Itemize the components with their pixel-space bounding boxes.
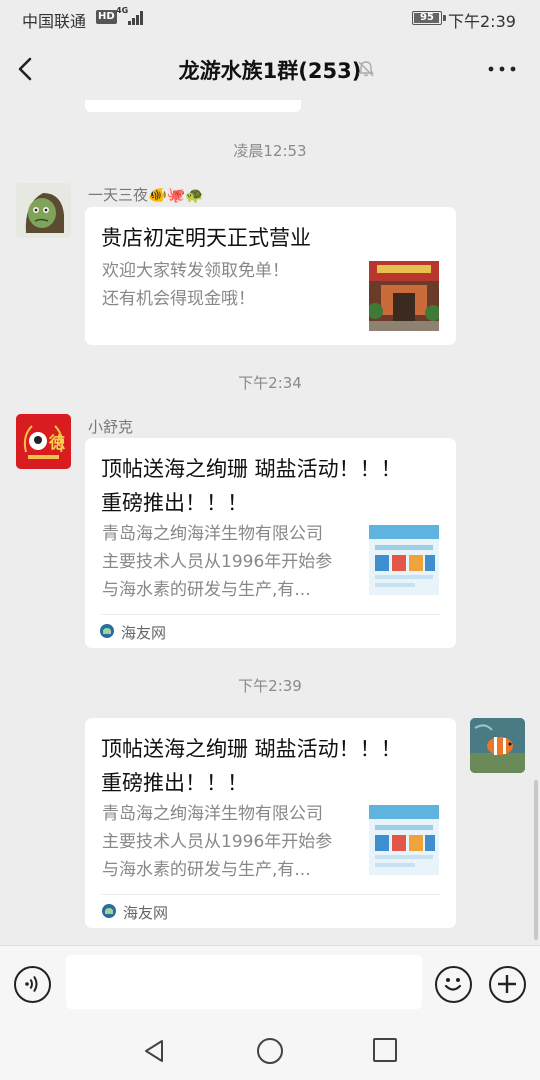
card-title-line: 顶帖送海之绚珊 瑚盐活动！！！ — [101, 457, 402, 481]
card-desc-line: 还有机会得现金哦！ — [102, 289, 255, 309]
more-button[interactable] — [484, 56, 520, 82]
avatar[interactable] — [470, 718, 525, 773]
card-thumbnail — [369, 261, 439, 331]
ellipsis-icon — [488, 66, 516, 72]
card-thumbnail — [369, 805, 439, 875]
voice-icon — [25, 975, 38, 993]
card-divider — [101, 894, 440, 895]
card-title-line: 重磅推出！！！ — [101, 491, 248, 515]
card-desc-line: 青岛海之绚海洋生物有限公司 — [102, 804, 323, 824]
status-time: 下午2:39 — [448, 12, 516, 31]
system-nav-bar — [0, 1022, 540, 1080]
nav-back-button[interactable] — [140, 1036, 170, 1066]
card-source: 海友网 — [123, 904, 169, 922]
emoji-icon — [444, 978, 462, 991]
plus-icon — [498, 975, 516, 993]
emoji-button[interactable] — [435, 966, 472, 1003]
message-list[interactable]: 凌晨12:53 一天三夜🐠🐙🐢 贵店初定明天正式营业 欢迎大家转发领取免单！ 还… — [0, 100, 540, 945]
avatar-image — [16, 183, 71, 238]
battery-tip — [443, 15, 446, 21]
card-title: 贵店初定明天正式营业 — [101, 226, 311, 250]
status-bar: 中国联通 HD 4G 95 下午2:39 — [0, 0, 540, 38]
card-description: 青岛海之绚海洋生物有限公司 主要技术人员从1996年开始参 与海水素的研发与生产… — [102, 800, 332, 884]
avatar[interactable]: 徳 — [16, 414, 71, 469]
card-desc-line: 欢迎大家转发领取免单！ — [102, 261, 289, 281]
nav-back-icon — [145, 1040, 163, 1062]
network-type: 4G — [116, 6, 129, 15]
card-desc-line: 主要技术人员从1996年开始参 — [102, 552, 333, 572]
link-card[interactable]: 顶帖送海之绚珊 瑚盐活动！！！ 重磅推出！！！ 青岛海之绚海洋生物有限公司 主要… — [85, 718, 456, 928]
message-input-bar — [0, 945, 540, 1022]
link-card[interactable]: 顶帖送海之绚珊 瑚盐活动！！！ 重磅推出！！！ 青岛海之绚海洋生物有限公司 主要… — [85, 438, 456, 648]
card-title-line: 顶帖送海之绚珊 瑚盐活动！！！ — [101, 737, 402, 761]
card-source: 海友网 — [121, 624, 167, 642]
card-desc-line: 青岛海之绚海洋生物有限公司 — [102, 524, 323, 544]
message-timestamp: 下午2:39 — [238, 677, 302, 695]
avatar-image — [470, 718, 525, 773]
card-title-line: 重磅推出！！！ — [101, 771, 248, 795]
nav-recent-icon[interactable] — [373, 1038, 397, 1062]
avatar[interactable] — [16, 183, 71, 238]
message-input[interactable] — [66, 955, 422, 1009]
card-title: 顶帖送海之绚珊 瑚盐活动！！！ 重磅推出！！！ — [101, 732, 402, 800]
card-divider — [101, 614, 440, 615]
card-desc-line: 与海水素的研发与生产,有... — [102, 860, 311, 880]
more-actions-button[interactable] — [489, 966, 526, 1003]
avatar-image: 徳 — [16, 414, 71, 469]
sender-name: 一天三夜🐠🐙🐢 — [88, 186, 205, 204]
card-thumbnail — [369, 525, 439, 595]
chat-header: 龙游水族1群(253) — [0, 38, 540, 100]
hd-badge: HD — [96, 10, 117, 24]
page-title: 龙游水族1群(253) — [178, 59, 362, 83]
battery-icon: 95 — [412, 11, 442, 25]
carrier-label: 中国联通 — [22, 12, 87, 31]
card-desc-line: 主要技术人员从1996年开始参 — [102, 832, 333, 852]
card-title: 顶帖送海之绚珊 瑚盐活动！！！ 重磅推出！！！ — [101, 452, 402, 520]
scrollbar[interactable] — [534, 780, 538, 940]
message-timestamp: 下午2:34 — [238, 374, 302, 392]
source-logo-icon — [100, 624, 114, 638]
bell-off-icon — [358, 61, 374, 77]
card-description: 青岛海之绚海洋生物有限公司 主要技术人员从1996年开始参 与海水素的研发与生产… — [102, 520, 332, 604]
svg-text:徳: 徳 — [48, 433, 65, 452]
card-desc-line: 与海水素的研发与生产,有... — [102, 580, 311, 600]
nav-home-icon[interactable] — [257, 1038, 283, 1064]
link-card[interactable]: 贵店初定明天正式营业 欢迎大家转发领取免单！ 还有机会得现金哦！ — [85, 207, 456, 345]
card-description: 欢迎大家转发领取免单！ 还有机会得现金哦！ — [102, 257, 289, 313]
sender-name: 小舒克 — [88, 418, 134, 436]
previous-message-bubble[interactable] — [85, 100, 301, 112]
voice-button[interactable] — [14, 966, 51, 1003]
message-timestamp: 凌晨12:53 — [233, 142, 307, 160]
source-logo-icon — [102, 904, 116, 918]
signal-icon — [128, 10, 146, 25]
battery-level: 95 — [420, 12, 434, 23]
